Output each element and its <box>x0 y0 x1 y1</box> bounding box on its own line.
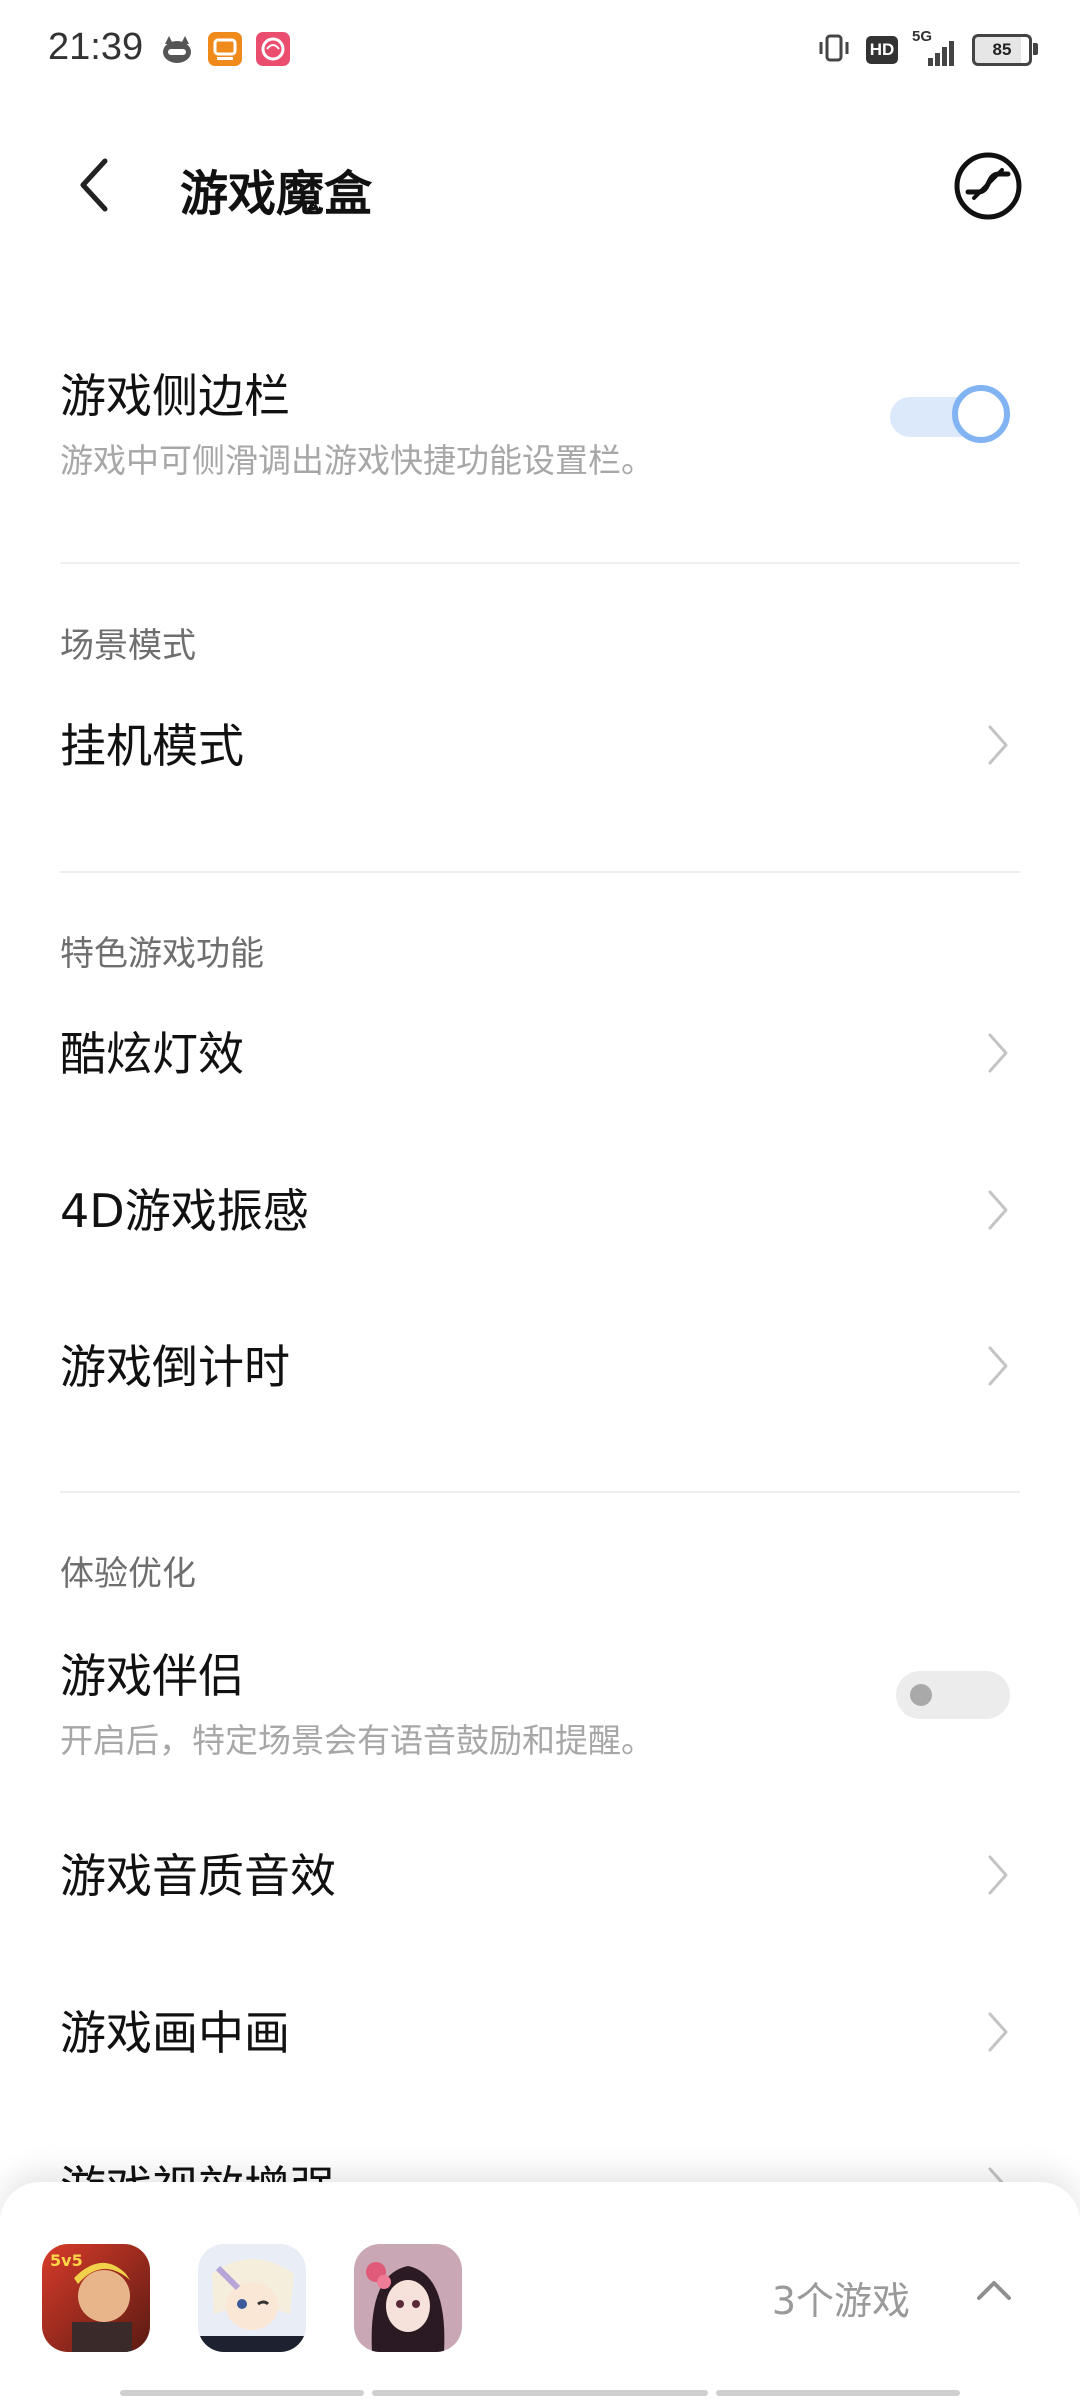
battery-indicator: 85 <box>972 34 1038 66</box>
game-icon[interactable] <box>198 2244 306 2352</box>
chevron-up-icon <box>977 2281 1011 2300</box>
page-title: 游戏魔盒 <box>180 166 373 222</box>
setting-subtitle: 开启后，特定场景会有语音鼓励和提醒。 <box>60 1721 654 1760</box>
companion-toggle[interactable] <box>896 1671 1010 1719</box>
app-header: 游戏魔盒 <box>0 120 1080 250</box>
setting-game-companion[interactable]: 游戏伴侣 开启后，特定场景会有语音鼓励和提醒。 <box>60 1640 1020 1760</box>
nav-handle[interactable] <box>372 2390 708 2396</box>
game-icon-3 <box>354 2244 462 2352</box>
setting-title: 游戏倒计时 <box>60 1340 290 1394</box>
game-icon-2 <box>198 2244 306 2352</box>
setting-idle-mode[interactable]: 挂机模式 <box>60 710 1020 780</box>
section-divider <box>60 562 1020 564</box>
section-label-features: 特色游戏功能 <box>60 934 264 974</box>
hd-badge: HD <box>866 36 898 64</box>
chevron-right-icon <box>988 1346 1008 1386</box>
nav-handle[interactable] <box>120 2390 364 2396</box>
chevron-right-icon <box>988 1190 1008 1230</box>
section-divider <box>60 1491 1020 1493</box>
chevron-left-icon <box>80 158 108 212</box>
video-app-icon <box>208 32 242 66</box>
game-mode-icon <box>954 152 1022 220</box>
setting-title: 酷炫灯效 <box>60 1027 244 1081</box>
setting-title: 4D游戏振感 <box>60 1184 309 1238</box>
game-mode-button[interactable] <box>952 150 1024 222</box>
sidebar-toggle[interactable] <box>890 385 1010 445</box>
game-count-label: 3个游戏 <box>771 2279 910 2323</box>
chevron-right-icon <box>988 725 1008 765</box>
game-icon[interactable] <box>354 2244 462 2352</box>
section-divider <box>60 871 1020 873</box>
setting-game-sidebar[interactable]: 游戏侧边栏 游戏中可侧滑调出游戏快捷功能设置栏。 <box>60 360 1020 480</box>
section-label-scene: 场景模式 <box>60 626 196 666</box>
chevron-right-icon <box>988 2012 1008 2052</box>
chevron-right-icon <box>988 1033 1008 1073</box>
expand-tray-button[interactable] <box>964 2260 1024 2320</box>
setting-audio-effects[interactable]: 游戏音质音效 <box>60 1840 1020 1910</box>
setting-lighting-effects[interactable]: 酷炫灯效 <box>60 1018 1020 1088</box>
music-app-icon <box>256 32 290 66</box>
back-button[interactable] <box>60 150 130 220</box>
status-bar: 21:39 HD 5G 85 <box>0 0 1080 100</box>
setting-picture-in-picture[interactable]: 游戏画中画 <box>60 1997 1020 2067</box>
signal-icon: 5G <box>912 28 958 68</box>
setting-4d-vibration[interactable]: 4D游戏振感 <box>60 1175 1020 1245</box>
game-icon[interactable]: 5v5 <box>42 2244 150 2352</box>
setting-title: 游戏伴侣 <box>60 1649 244 1703</box>
setting-title: 挂机模式 <box>60 719 244 773</box>
toggle-knob <box>952 385 1010 443</box>
setting-game-countdown[interactable]: 游戏倒计时 <box>60 1331 1020 1401</box>
svg-text:5v5: 5v5 <box>50 2251 83 2270</box>
status-time: 21:39 <box>48 26 144 68</box>
setting-title: 游戏音质音效 <box>60 1849 336 1903</box>
setting-subtitle: 游戏中可侧滑调出游戏快捷功能设置栏。 <box>60 441 654 480</box>
cat-app-icon <box>160 32 194 66</box>
section-label-experience: 体验优化 <box>60 1554 196 1594</box>
status-indicators: HD 5G 85 <box>816 28 1038 70</box>
setting-title: 游戏画中画 <box>60 2006 290 2060</box>
setting-title: 游戏侧边栏 <box>60 369 290 423</box>
chevron-right-icon <box>988 1855 1008 1895</box>
game-tray: 5v5 3个游戏 <box>0 2182 1080 2400</box>
toggle-knob <box>910 1684 932 1706</box>
nav-handle[interactable] <box>716 2390 960 2396</box>
vibrate-icon <box>816 32 852 68</box>
game-icon-1: 5v5 <box>42 2244 150 2352</box>
